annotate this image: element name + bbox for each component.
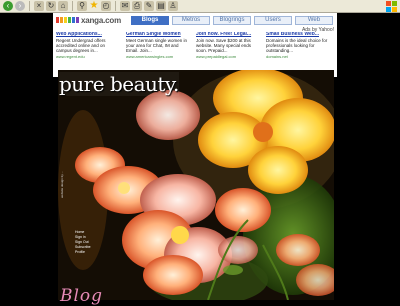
mail-icon[interactable]: ✉	[120, 1, 130, 11]
ad-item: German Single Women Meet German single w…	[126, 32, 192, 59]
edit-icon[interactable]: ✎	[144, 1, 154, 11]
nav-link-sign-out[interactable]: Sign Out	[75, 240, 91, 244]
ad-body: Meet German single women in your area fo…	[126, 38, 188, 53]
ad-url[interactable]: www.regent.edu	[56, 54, 122, 59]
header-flower-image	[58, 70, 334, 300]
tab-blogs[interactable]: Blogs	[131, 15, 169, 25]
sponsored-ads: Web Applications... Regent Undergrad off…	[56, 32, 336, 59]
ad-url[interactable]: www.prepaidlegal.com	[196, 54, 262, 59]
xanga-banner: xanga.com Blogs Metros Blogrings Users W…	[53, 13, 337, 77]
tab-blogrings[interactable]: Blogrings	[213, 15, 251, 25]
ad-url[interactable]: domains.net	[266, 54, 332, 59]
history-icon[interactable]: ◴	[101, 1, 111, 11]
xanga-logo-icon	[56, 17, 79, 23]
ad-body: Join now. Save $200 at this website. Man…	[196, 38, 252, 53]
ad-body: Domains is the ideal choice for professi…	[266, 38, 328, 53]
xanga-tabs: Blogs Metros Blogrings Users Web	[131, 15, 333, 25]
back-icon[interactable]: ‹	[3, 1, 13, 11]
ad-title-link[interactable]: Join now. Free! Legal...	[196, 32, 262, 37]
nav-link-sign-in[interactable]: Sign in	[75, 235, 91, 239]
xanga-logo[interactable]: xanga.com	[56, 16, 121, 25]
refresh-icon[interactable]: ↻	[46, 1, 56, 11]
discuss-icon[interactable]: ▤	[156, 1, 166, 11]
ad-body: Regent Undergrad offers accredited onlin…	[56, 38, 106, 53]
ad-title-link[interactable]: Small Business Web...	[266, 32, 332, 37]
tab-metros[interactable]: Metros	[172, 15, 210, 25]
page-content: xanga.com Blogs Metros Blogrings Users W…	[0, 13, 400, 306]
nav-link-home[interactable]: Home	[75, 230, 91, 234]
tab-web[interactable]: Web	[295, 15, 333, 25]
xanga-nav-bar: xanga.com Blogs Metros Blogrings Users W…	[53, 15, 337, 25]
toolbar-separator	[72, 1, 73, 11]
search-icon[interactable]: ⚲	[77, 1, 87, 11]
ad-title-link[interactable]: German Single Women	[126, 32, 192, 37]
browser-toolbar: ‹ › × ↻ ⌂ ⚲ ★ ◴ ✉ ⎙ ✎ ▤ ♙	[0, 0, 400, 13]
nav-link-subscribe[interactable]: Subscribe	[75, 245, 91, 249]
scrollbar[interactable]	[395, 13, 400, 300]
tab-users[interactable]: Users	[254, 15, 292, 25]
windows-logo-icon	[386, 1, 397, 12]
xanga-logo-text: xanga.com	[81, 15, 121, 25]
stop-icon[interactable]: ×	[34, 1, 44, 11]
side-nav: Home Sign in Sign Out Subscribe Profile	[75, 230, 91, 254]
toolbar-separator	[115, 1, 116, 11]
nav-link-profile[interactable]: Profile	[75, 250, 91, 254]
messenger-icon[interactable]: ♙	[168, 1, 178, 11]
ad-title-link[interactable]: Web Applications...	[56, 32, 122, 37]
blog-title: Blog	[60, 286, 104, 306]
ad-item: Join now. Free! Legal... Join now. Save …	[196, 32, 262, 59]
ad-item: Small Business Web... Domains is the ide…	[266, 32, 332, 59]
home-icon[interactable]: ⌂	[58, 1, 68, 11]
flower-photo	[58, 70, 334, 300]
toolbar-separator	[29, 1, 30, 11]
ad-item: Web Applications... Regent Undergrad off…	[56, 32, 122, 59]
favorites-icon[interactable]: ★	[89, 1, 99, 11]
ad-url[interactable]: www.americansingles.com	[126, 54, 192, 59]
design-credit: website design by ...	[60, 170, 64, 198]
print-icon[interactable]: ⎙	[132, 1, 142, 11]
blog-headline: pure beauty.	[59, 72, 179, 96]
forward-icon[interactable]: ›	[15, 1, 25, 11]
